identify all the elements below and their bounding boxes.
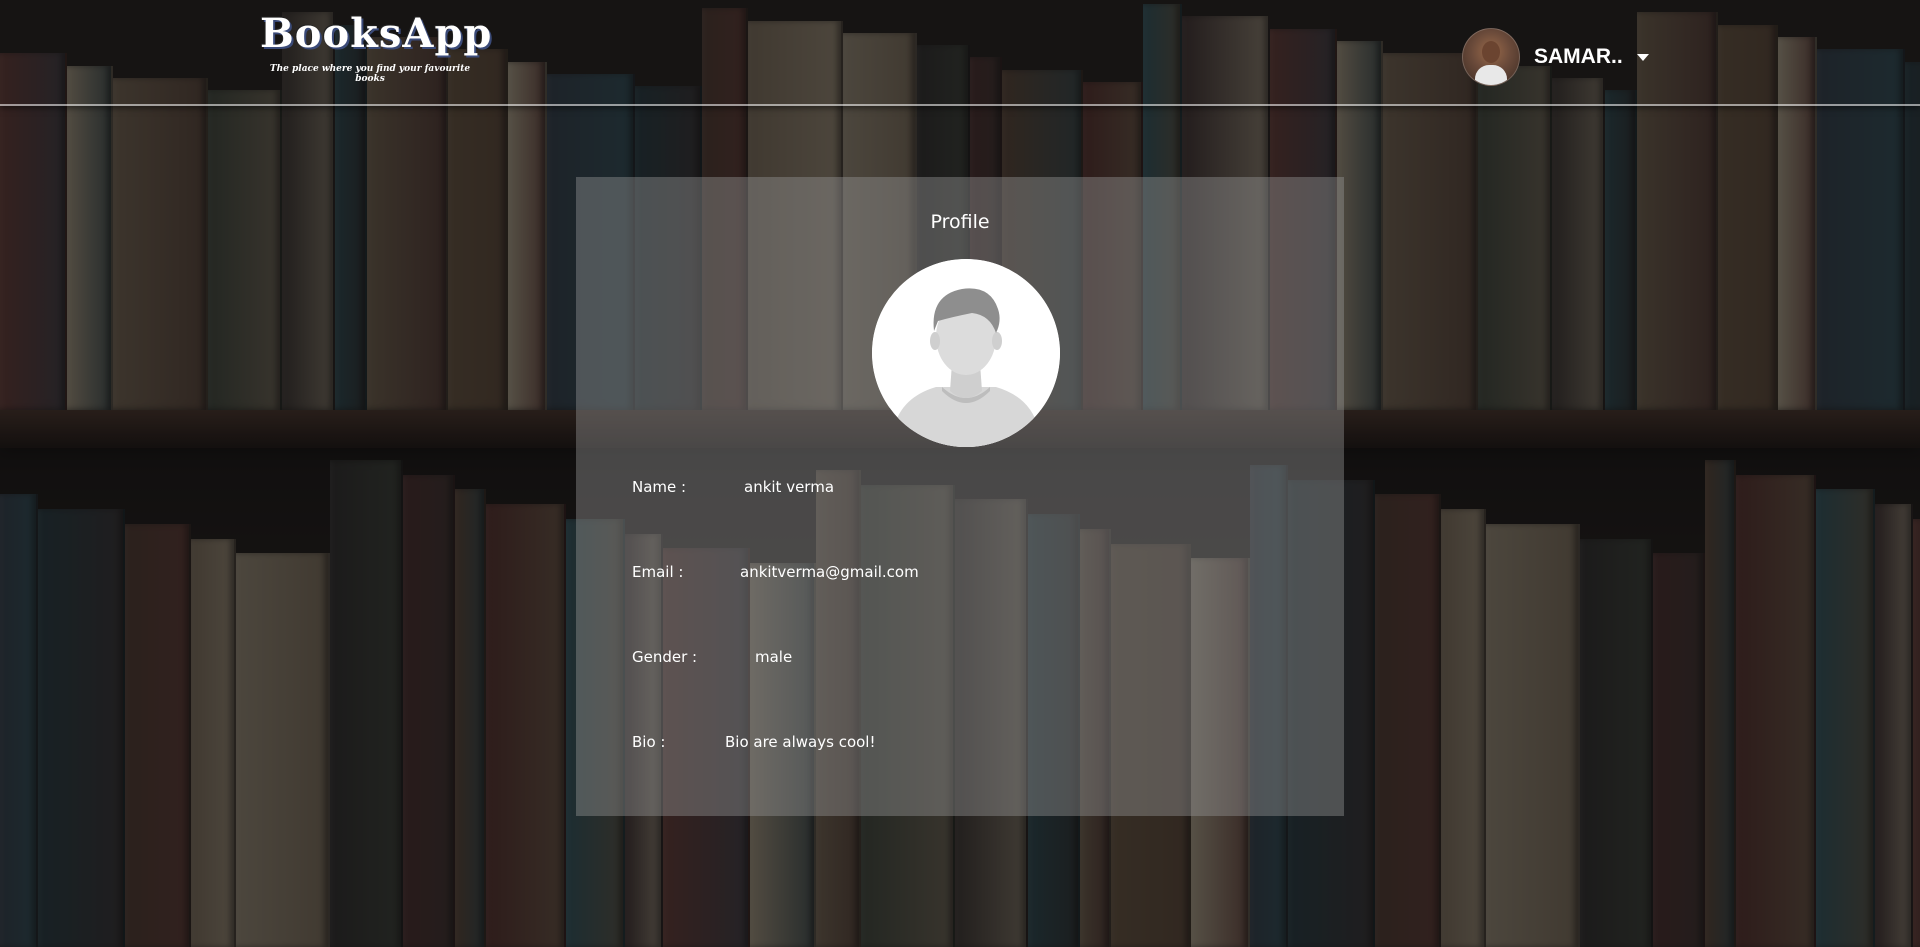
caret-down-icon[interactable] [1636,53,1649,61]
brand-logo[interactable]: BooksApp The place where you find your f… [260,10,493,84]
gender-value: male [755,648,793,666]
email-label: Email : [632,563,684,581]
user-avatar[interactable] [1462,28,1520,86]
profile-card: Profile Name : ankit verma Email : ankit… [576,177,1344,816]
name-value: ankit verma [744,478,835,496]
user-name[interactable]: SAMAR.. [1534,45,1623,69]
top-navbar: BooksApp The place where you find your f… [0,0,1920,106]
brand-title: BooksApp [260,10,493,57]
user-avatar-shirt [1475,65,1507,85]
default-user-avatar-icon [872,259,1060,447]
brand-tagline: The place where you find your favourite … [269,64,471,84]
bio-label: Bio : [632,733,666,751]
email-value: ankitverma@gmail.com [740,563,919,581]
user-menu-dropdown[interactable]: SAMAR.. [1462,28,1649,86]
gender-label: Gender : [632,648,698,666]
profile-title: Profile [930,211,990,233]
bio-value: Bio are always cool! [725,733,876,751]
user-avatar-face [1482,41,1500,63]
name-label: Name : [632,478,687,496]
